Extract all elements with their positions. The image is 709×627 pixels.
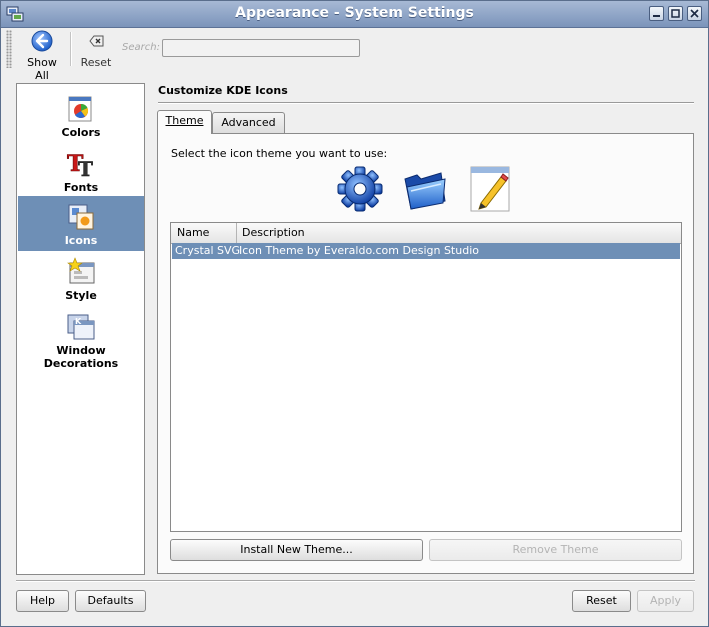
svg-text:K: K (75, 317, 82, 326)
button-label: Remove Theme (512, 543, 599, 556)
tab-advanced[interactable]: Advanced (212, 112, 285, 134)
button-label: Defaults (87, 594, 134, 607)
button-label: Apply (649, 594, 682, 607)
apply-button[interactable]: Apply (637, 590, 694, 612)
clear-icon (89, 35, 104, 47)
defaults-button[interactable]: Defaults (75, 590, 146, 612)
sidebar-item-window-decorations[interactable]: K Window Decorations (18, 306, 144, 370)
toolbar-reset-label: Reset (80, 56, 112, 69)
show-all-label: Show All (27, 56, 57, 82)
footer-divider (16, 580, 695, 582)
tab-label: Theme (165, 114, 204, 127)
back-arrow-icon (31, 30, 53, 52)
main-window: Appearance - System Settings Show All Re… (0, 0, 709, 627)
heading-divider (158, 102, 694, 104)
column-header-name[interactable]: Name (177, 226, 209, 239)
module-sidebar: Colors T T Fonts Icons Style K Window De… (16, 83, 145, 575)
toolbar-reset-button[interactable]: Reset (79, 30, 113, 69)
sidebar-item-label: Style (65, 289, 97, 302)
sidebar-item-colors[interactable]: Colors (18, 88, 144, 143)
help-button[interactable]: Help (16, 590, 69, 612)
maximize-icon (671, 9, 680, 18)
sidebar-item-label: Colors (61, 126, 101, 139)
reset-button[interactable]: Reset (572, 590, 631, 612)
window-decorations-icon: K (67, 314, 95, 340)
colors-icon (68, 96, 92, 122)
show-all-button[interactable]: Show All (19, 30, 65, 82)
search-label: Search: (122, 42, 160, 53)
row-name: Crystal SVG (175, 244, 241, 257)
title-bar[interactable]: Appearance - System Settings (1, 1, 708, 28)
style-icon (67, 257, 95, 284)
row-description: Icon Theme by Everaldo.com Design Studio (239, 244, 479, 257)
install-new-theme-button[interactable]: Install New Theme... (170, 539, 423, 561)
theme-list[interactable]: Name Description Crystal SVG Icon Theme … (170, 222, 682, 532)
sidebar-item-style[interactable]: Style (18, 251, 144, 306)
tab-theme[interactable]: Theme (157, 110, 212, 134)
icons-icon (68, 204, 94, 230)
sidebar-item-label: Window Decorations (43, 344, 119, 370)
table-row[interactable]: Crystal SVG Icon Theme by Everaldo.com D… (172, 243, 680, 259)
toolbar: Show All Reset Search: (1, 28, 708, 82)
toolbar-grip[interactable] (6, 30, 12, 68)
theme-prompt: Select the icon theme you want to use: (171, 147, 388, 160)
close-button[interactable] (687, 6, 702, 21)
fonts-icon: T T (67, 151, 94, 179)
close-icon (690, 9, 699, 18)
svg-text:T: T (78, 157, 93, 179)
search-input[interactable] (162, 39, 360, 57)
page-title: Customize KDE Icons (158, 84, 288, 97)
minimize-icon (653, 15, 660, 17)
column-separator[interactable] (236, 223, 237, 243)
column-header-description[interactable]: Description (242, 226, 305, 239)
gear-icon (337, 166, 383, 212)
button-label: Install New Theme... (240, 543, 353, 556)
document-edit-icon (470, 166, 510, 212)
sidebar-item-icons[interactable]: Icons (18, 196, 144, 251)
toolbar-separator (70, 32, 72, 66)
button-label: Help (29, 594, 56, 607)
button-label: Reset (586, 594, 617, 607)
minimize-button[interactable] (649, 6, 664, 21)
sidebar-item-label: Icons (64, 234, 98, 247)
tab-label: Advanced (221, 116, 276, 129)
sidebar-item-label: Fonts (63, 181, 99, 194)
maximize-button[interactable] (668, 6, 683, 21)
list-header: Name Description (171, 223, 681, 244)
folder-icon (404, 172, 446, 210)
remove-theme-button[interactable]: Remove Theme (429, 539, 682, 561)
sidebar-item-fonts[interactable]: T T Fonts (18, 143, 144, 198)
window-title: Appearance - System Settings (235, 5, 474, 21)
